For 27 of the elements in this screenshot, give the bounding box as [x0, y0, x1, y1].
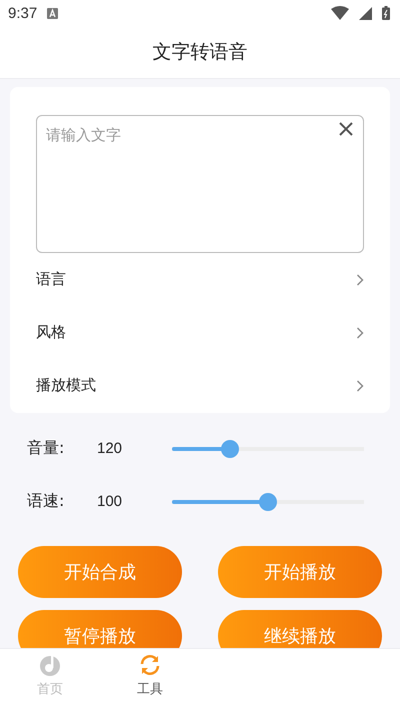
chevron-right-icon[interactable] [356, 274, 364, 286]
action-button[interactable]: 开始合成 [18, 546, 182, 598]
option-label[interactable]: 风格 [36, 323, 356, 342]
slider-label: 语速: [27, 491, 66, 512]
slider-reading: 120 [97, 440, 124, 457]
slider-reading: 100 [97, 493, 124, 510]
action-button[interactable]: 继续播放 [218, 610, 382, 648]
status-time: 9:37 [8, 4, 38, 22]
signal-icon [359, 6, 372, 20]
wifi-icon [331, 6, 349, 20]
action-button[interactable]: 开始播放 [218, 546, 382, 598]
chevron-right-icon[interactable] [356, 380, 364, 392]
refresh-icon [138, 652, 162, 676]
notification-icon [47, 8, 58, 18]
action-button[interactable]: 暂停播放 [18, 610, 182, 648]
nav-tab[interactable]: 首页 [0, 649, 100, 701]
option-label[interactable]: 播放模式 [36, 376, 356, 395]
slider-thumb[interactable] [220, 440, 239, 458]
text-input-field[interactable]: 请输入文字 [36, 115, 364, 253]
option-label[interactable]: 语言 [36, 270, 356, 289]
page-title: 文字转语音 [152, 40, 248, 65]
battery-icon [382, 6, 390, 20]
slider-thumb[interactable] [259, 492, 277, 510]
close-icon[interactable] [338, 121, 354, 137]
nav-tab[interactable]: 工具 [100, 649, 200, 701]
chevron-right-icon[interactable] [356, 326, 364, 338]
slider-label: 音量: [27, 438, 66, 459]
